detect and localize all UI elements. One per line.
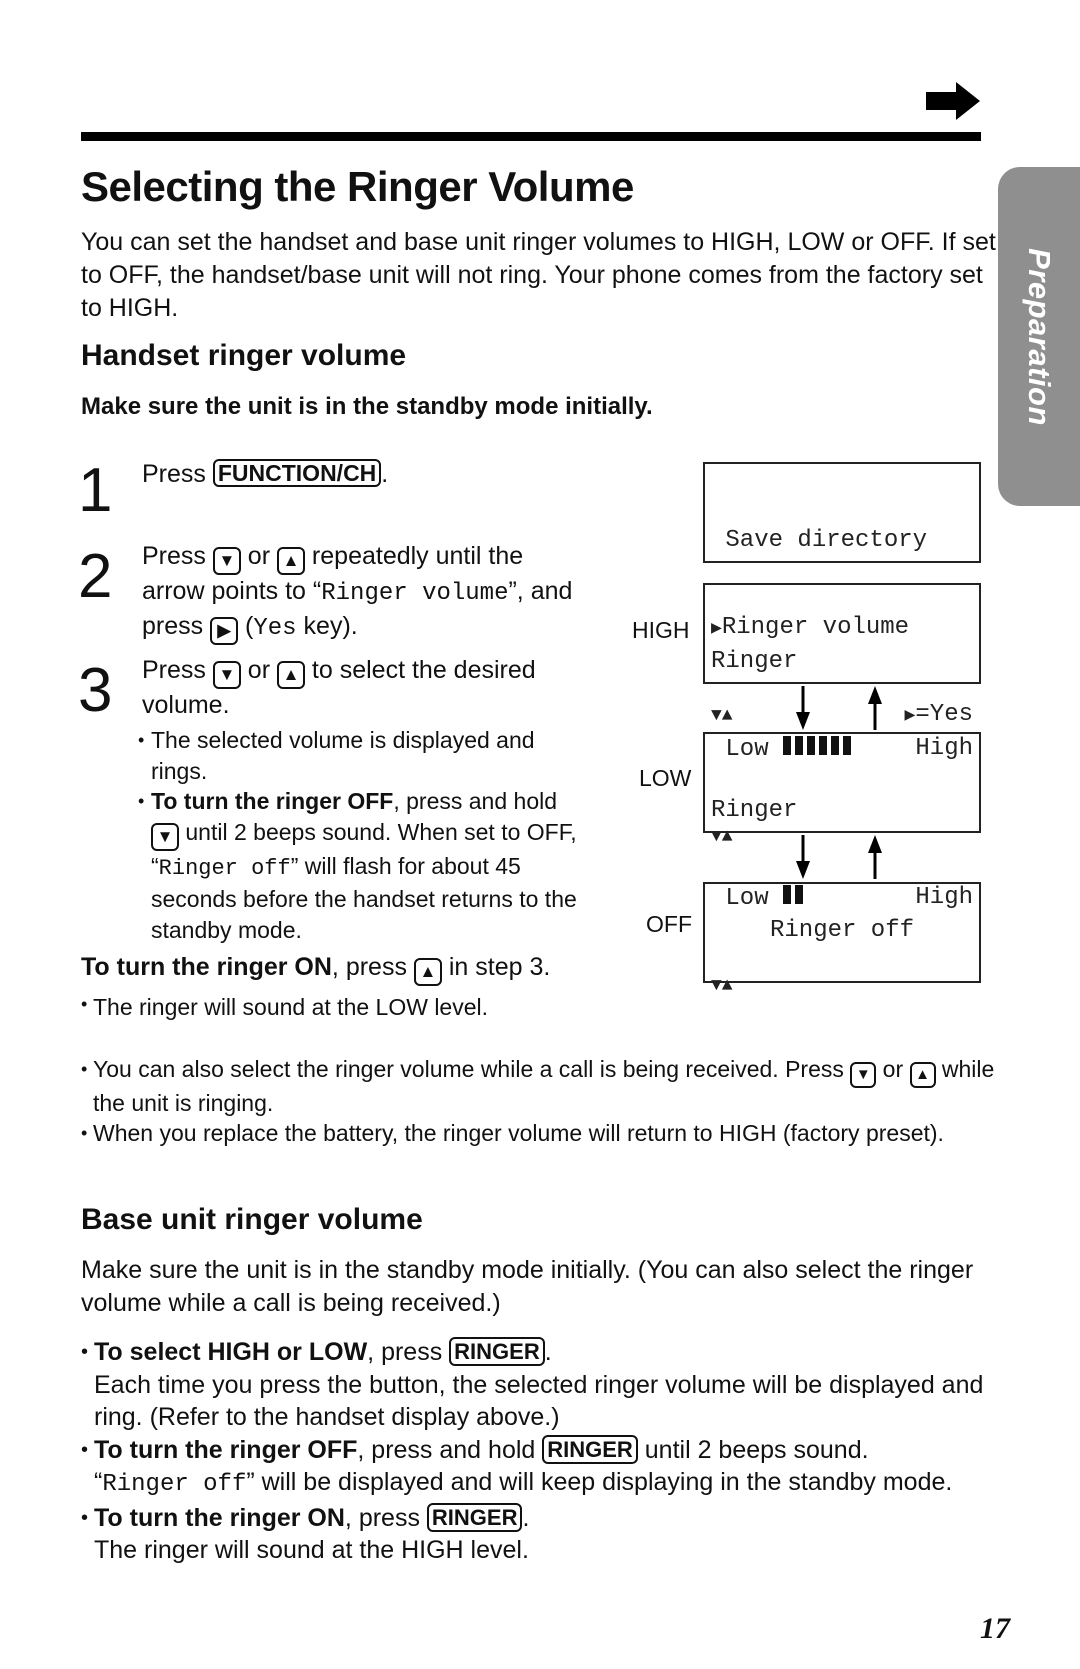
text: Each time you press the button, the sele… bbox=[94, 1370, 984, 1432]
text: The selected volume is displayed and rin… bbox=[151, 727, 535, 784]
down-key-icon: ▼ bbox=[212, 547, 241, 575]
up-key-icon: ▲ bbox=[276, 547, 305, 575]
bold-text: To turn the ringer OFF bbox=[151, 788, 394, 814]
top-rule bbox=[81, 132, 981, 141]
step-number: 3 bbox=[78, 656, 113, 725]
lcd-line: Ringer bbox=[711, 648, 798, 675]
level-label-low: LOW bbox=[639, 765, 692, 791]
text: in step 3. bbox=[441, 953, 551, 981]
text: When you replace the battery, the ringer… bbox=[93, 1120, 944, 1146]
step-3-notes: The selected volume is displayed and rin… bbox=[138, 725, 582, 945]
text: Press bbox=[142, 542, 213, 570]
handset-heading: Handset ringer volume bbox=[81, 339, 407, 372]
base-instructions: To select HIGH or LOW, press RINGER. Eac… bbox=[81, 1336, 1001, 1567]
text: Press bbox=[142, 460, 213, 488]
section-tab-preparation: Preparation bbox=[998, 167, 1080, 506]
bold-text: To turn the ringer OFF bbox=[94, 1435, 358, 1464]
text: , press bbox=[367, 1338, 450, 1366]
down-key-icon: ▼ bbox=[151, 822, 179, 851]
standby-note: Make sure the unit is in the standby mod… bbox=[81, 393, 653, 420]
down-key-icon: ▼ bbox=[212, 661, 241, 689]
up-arrow-icon bbox=[868, 686, 882, 730]
step-text: Press ▼ or ▲ repeatedly until the arrow … bbox=[142, 540, 592, 645]
text: , press and hold bbox=[393, 788, 558, 814]
text: You can also select the ringer volume wh… bbox=[93, 1056, 851, 1082]
down-arrow-icon bbox=[796, 835, 810, 879]
step-text: Press ▼ or ▲ to select the desired volum… bbox=[142, 654, 592, 722]
down-arrow-icon bbox=[796, 686, 810, 730]
page-number: 17 bbox=[980, 1612, 1010, 1645]
text: key). bbox=[296, 612, 358, 640]
text: or bbox=[876, 1056, 910, 1082]
text: The ringer will sound at the HIGH level. bbox=[94, 1536, 529, 1564]
lcd-low-display: Ringer Low High ▼▲ bbox=[703, 732, 981, 996]
ring-on-note: The ringer will sound at the LOW level. bbox=[81, 994, 488, 1021]
up-key-icon: ▲ bbox=[276, 661, 305, 689]
lcd-line: Save directory bbox=[711, 527, 928, 554]
lcd-line: Ringer bbox=[711, 797, 798, 824]
text: until 2 beeps sound. bbox=[637, 1435, 869, 1464]
ringer-key: RINGER bbox=[426, 1502, 523, 1532]
level-label-high: HIGH bbox=[632, 617, 690, 643]
note-item: To turn the ringer OFF, press and hold ▼… bbox=[138, 786, 582, 945]
lcd-menu-display: Save directory ▶Ringer volume ▼▲ ▶=Yes bbox=[703, 462, 981, 728]
section-tab-label: Preparation bbox=[1022, 247, 1057, 426]
ring-on-instruction: To turn the ringer ON, press ▲ in step 3… bbox=[81, 953, 550, 986]
text: . bbox=[381, 460, 389, 488]
up-key-icon: ▲ bbox=[413, 958, 442, 986]
continue-arrow-icon bbox=[926, 82, 980, 120]
down-key-icon: ▼ bbox=[850, 1062, 877, 1088]
display-text: Ringer off bbox=[158, 855, 291, 881]
bold-text: To turn the ringer ON bbox=[94, 1503, 345, 1532]
text: . bbox=[522, 1503, 530, 1532]
instruction-item: To select HIGH or LOW, press RINGER. Eac… bbox=[81, 1336, 1001, 1434]
base-intro: Make sure the unit is in the standby mod… bbox=[81, 1256, 974, 1317]
note-item: The selected volume is displayed and rin… bbox=[138, 725, 582, 786]
up-key-icon: ▲ bbox=[909, 1062, 936, 1088]
text: or bbox=[240, 656, 277, 684]
lcd-text: Ringer off bbox=[769, 917, 915, 944]
text: . bbox=[544, 1338, 552, 1366]
instruction-item: To turn the ringer ON, press RINGER. The… bbox=[81, 1502, 1001, 1567]
display-text: Ringer volume bbox=[321, 580, 509, 607]
display-text: Ringer off bbox=[102, 1471, 247, 1498]
up-arrow-icon bbox=[868, 835, 882, 879]
text: or bbox=[240, 542, 277, 570]
lcd-off-display: Ringer off bbox=[703, 882, 981, 983]
text: ( bbox=[238, 612, 254, 640]
level-label-off: OFF bbox=[646, 911, 692, 937]
bold-text: To turn the ringer ON bbox=[81, 953, 332, 981]
base-heading: Base unit ringer volume bbox=[81, 1203, 423, 1236]
text: ” will be displayed and will keep displa… bbox=[246, 1468, 953, 1496]
right-key-icon: ▶ bbox=[210, 617, 239, 645]
ringer-key: RINGER bbox=[449, 1337, 545, 1366]
display-text: Yes bbox=[253, 615, 297, 642]
step-number: 2 bbox=[78, 542, 113, 611]
text: , press bbox=[331, 953, 414, 981]
step-number: 1 bbox=[78, 456, 113, 525]
bold-text: To select HIGH or LOW bbox=[94, 1338, 368, 1366]
note-item: You can also select the ringer volume wh… bbox=[81, 1054, 1001, 1118]
intro-paragraph: You can set the handset and base unit ri… bbox=[81, 228, 996, 322]
instruction-item: To turn the ringer OFF, press and hold R… bbox=[81, 1434, 1001, 1502]
text: , press and hold bbox=[357, 1435, 543, 1464]
text: , press bbox=[344, 1503, 427, 1532]
ringer-key: RINGER bbox=[542, 1434, 638, 1464]
lcd-high-display: Ringer Low High ▼▲ bbox=[703, 583, 981, 847]
text: Press bbox=[142, 656, 213, 684]
step-text: Press FUNCTION/CH. bbox=[142, 458, 592, 491]
note-item: When you replace the battery, the ringer… bbox=[81, 1118, 1001, 1148]
function-ch-key: FUNCTION/CH bbox=[212, 459, 382, 487]
handset-notes: You can also select the ringer volume wh… bbox=[81, 1054, 1001, 1148]
page-title: Selecting the Ringer Volume bbox=[81, 163, 634, 210]
